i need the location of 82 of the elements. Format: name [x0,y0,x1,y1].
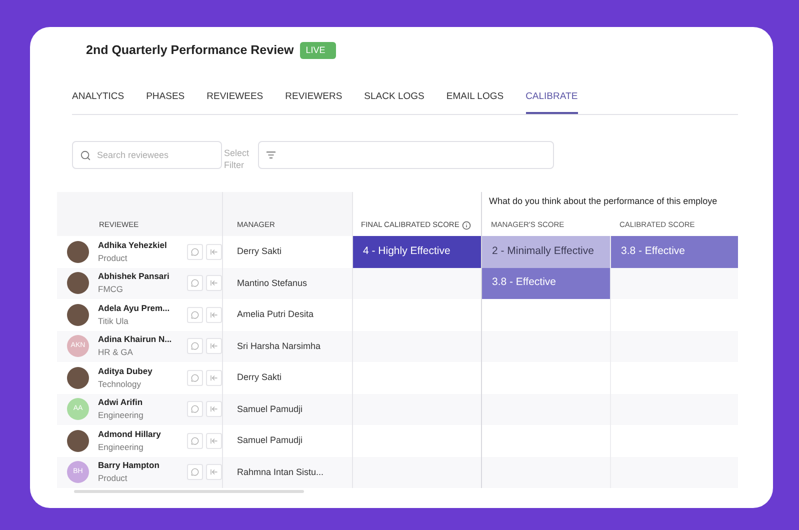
comment-button[interactable] [187,370,203,386]
score-chip[interactable]: 4 - Highly Effective [353,236,481,268]
reviewee-team: Product [98,472,128,486]
scrollbar[interactable] [74,490,304,493]
speech-bubble-icon [191,468,199,476]
reviewee-team: Engineering [98,440,144,454]
reviewee-name: Adhika Yehezkiel [98,238,168,252]
reviewee-team: Technology [98,378,142,391]
comment-button[interactable] [187,275,203,292]
tab[interactable]: REVIEWERS [285,90,342,114]
arrow-to-line-icon [210,248,218,256]
manager-name: Amelia Putri Desita [237,308,314,321]
speech-bubble-icon [191,342,199,350]
comment-button[interactable] [187,401,203,418]
arrow-to-line-icon [210,468,218,476]
review-title: 2nd Quarterly Performance Review [86,42,294,59]
reviewee-name: Adela Ayu Prem... [98,302,171,315]
question-header: What do you think about the performance of this employe [488,195,718,208]
arrow-to-line-icon [210,436,218,445]
move-button[interactable] [206,338,222,354]
speech-bubble-icon [191,436,199,445]
reviewee-name: Barry Hampton [98,459,160,472]
manager-name: Derry Sakti [237,371,282,384]
live-badge: LIVE [300,42,336,60]
move-button[interactable] [206,401,222,418]
tab[interactable]: PHASES [146,90,185,114]
photo-placeholder [67,272,89,294]
score-chip[interactable]: 2 - Minimally Effective [482,236,610,268]
photo-placeholder [67,304,89,326]
manager-name: Sri Harsha Narsimha [237,340,321,352]
filter-label: Select Filter [224,147,250,171]
arrow-to-line-icon [210,342,218,350]
speech-bubble-icon [191,248,199,256]
manager-name: Samuel Pamudji [237,402,303,416]
reviewee-team: Product [98,252,128,265]
reviewee-name: Adina Khairun N... [98,333,173,346]
manager-name: Derry Sakti [237,245,282,258]
reviewee-team: FMCG [98,283,124,296]
manager-name: Rahmna Intan Sistu... [237,466,324,478]
info-icon [462,221,472,230]
arrow-to-line-icon [210,405,218,414]
comment-button[interactable] [187,244,203,260]
reviewee-team: Engineering [98,409,144,422]
filter-icon [266,150,276,160]
reviewee-name: Aditya Dubey [98,364,154,378]
arrow-to-line-icon [210,310,218,319]
tab[interactable]: SLACK LOGS [364,90,424,114]
photo-placeholder [67,430,89,452]
tab[interactable]: REVIEWEES [206,90,264,114]
score-chip[interactable]: 3.8 - Effective [611,236,738,268]
comment-button[interactable] [187,432,203,449]
photo-placeholder [67,366,89,389]
manager-name: Mantino Stefanus [237,276,308,290]
speech-bubble-icon [191,374,199,382]
move-button[interactable] [206,370,222,386]
reviewee-name: Admond Hillary [98,428,162,441]
photo-placeholder [67,240,89,263]
speech-bubble-icon [191,405,199,414]
tab[interactable]: ANALYTICS [72,90,124,114]
manager-name: Samuel Pamudji [237,434,303,447]
score-chip[interactable]: 3.8 - Effective [482,268,610,299]
comment-button[interactable] [187,306,203,323]
tab[interactable]: EMAIL LOGS [446,90,504,114]
move-button[interactable] [206,306,222,323]
comment-button[interactable] [187,338,203,354]
speech-bubble-icon [191,310,199,319]
speech-bubble-icon [191,279,199,288]
search-icon [80,150,91,160]
filter-field[interactable] [258,141,554,169]
move-button[interactable] [206,432,222,449]
move-button[interactable] [206,244,222,260]
reviewee-team: HR & GA [98,346,134,360]
arrow-to-line-icon [210,279,218,288]
move-button[interactable] [206,275,222,292]
search-field[interactable]: Search reviewees [72,141,222,169]
comment-button[interactable] [187,464,203,480]
reviewee-team: Titik Ula [98,314,130,328]
reviewee-name: Abhishek Pansari [98,270,170,284]
arrow-to-line-icon [210,374,218,382]
tab[interactable]: CALIBRATE [526,90,578,114]
move-button[interactable] [206,464,222,480]
reviewee-name: Adwi Arifin [98,396,144,410]
